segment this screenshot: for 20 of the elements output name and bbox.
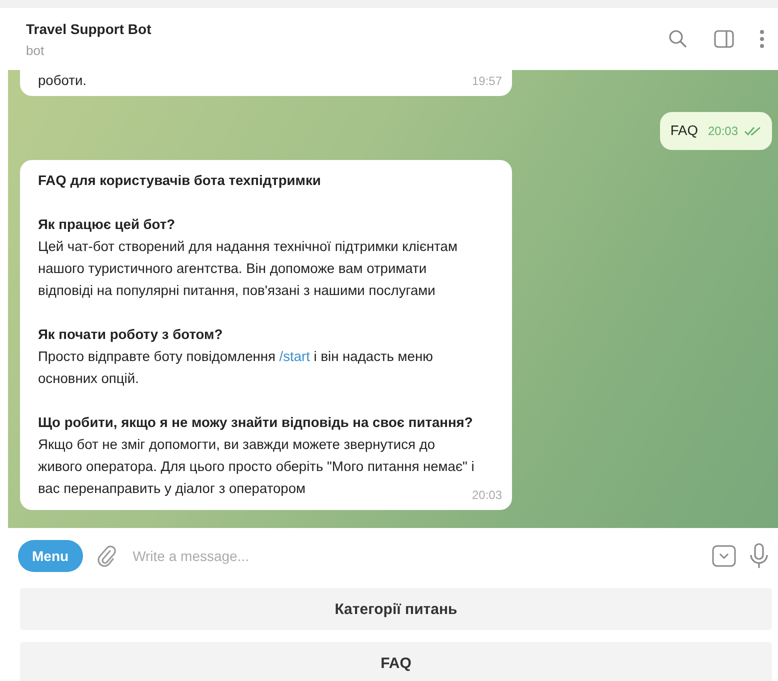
message-text: Просто відправте боту повідомлення /start і він надасть меню основних опцій. [38, 348, 434, 388]
search-icon[interactable] [668, 29, 688, 49]
keyboard-toggle-icon[interactable] [712, 545, 736, 567]
message-heading: FAQ для користувачів бота техпідтримки [38, 172, 322, 190]
keyboard-button[interactable]: FAQ [20, 642, 772, 681]
message-heading: Що робити, якщо я не можу знайти відповідь на своє питання? [38, 414, 474, 432]
chat-subtitle: bot [26, 42, 46, 58]
message-time: 19:57 [472, 73, 502, 90]
message-text: Цей чат-бот створений для надання технічної підтримки клієнтам нашого туристичного агентства. Він допоможе вам отримати відповіді на популярні питання, пов'язані з нашими послугами [38, 238, 458, 300]
message-time: 20:03 [472, 487, 502, 504]
chat-title: Travel Support Bot [26, 20, 152, 36]
microphone-icon[interactable] [750, 543, 768, 569]
message-heading: Як почати роботу з ботом? [38, 326, 224, 344]
message-text: FAQ [670, 122, 698, 140]
more-icon[interactable] [760, 30, 764, 48]
message-time: 20:03 [708, 123, 738, 140]
message-heading: Як працює цей бот? [38, 216, 176, 234]
paperclip-icon[interactable] [96, 545, 117, 567]
keyboard-button[interactable]: Категорії питань [20, 588, 772, 630]
sidebar-icon[interactable] [714, 30, 734, 48]
